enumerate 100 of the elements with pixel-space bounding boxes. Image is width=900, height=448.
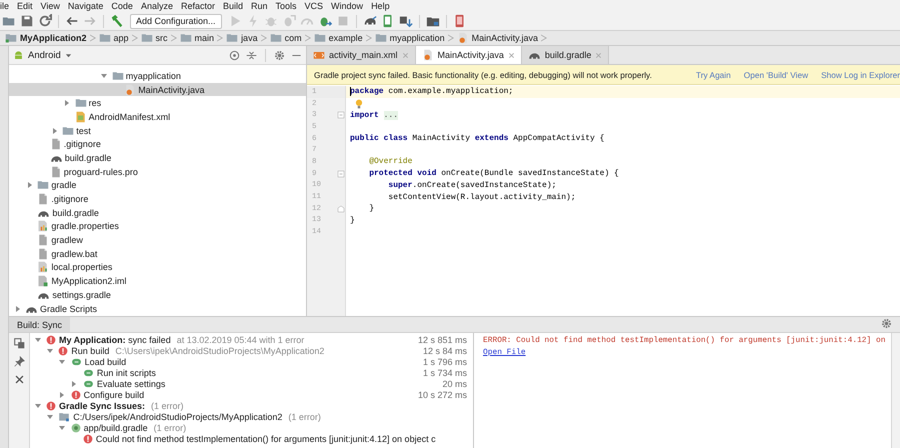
tree-item[interactable]: myapplication <box>9 69 306 83</box>
collapse-icon[interactable] <box>246 50 257 60</box>
tree-item[interactable]: gradle.properties <box>9 220 306 234</box>
close-icon[interactable] <box>14 374 24 385</box>
build-step[interactable]: C:/Users/ipek/AndroidStudioProjects/MyApplication2 <box>73 412 282 422</box>
expanded-arrow-icon[interactable] <box>58 358 66 366</box>
fold-icon[interactable] <box>337 111 345 120</box>
tree-item[interactable]: proguard-rules.pro <box>9 164 306 178</box>
build-step[interactable]: Configure build <box>84 390 144 400</box>
breadcrumb-item[interactable]: MainActivity.java <box>454 32 542 44</box>
panel-tab[interactable]: Build: Sync <box>9 317 70 332</box>
expanded-arrow-icon[interactable] <box>58 424 66 432</box>
duration: 10 s 272 ms <box>418 390 468 400</box>
menu-item[interactable]: ile <box>0 0 14 12</box>
tree-item[interactable]: gradle <box>9 178 306 192</box>
breadcrumb-item[interactable]: app <box>96 32 132 44</box>
notification-link[interactable]: Open 'Build' View <box>744 70 808 80</box>
save-icon[interactable] <box>20 14 34 28</box>
menu-item[interactable]: Build <box>218 0 247 12</box>
tree-item[interactable]: MainActivity.java <box>9 82 306 96</box>
notification-link[interactable]: Try Again <box>696 70 731 80</box>
breadcrumb-item[interactable]: java <box>223 32 261 44</box>
fold-icon[interactable] <box>337 170 345 178</box>
menu-item[interactable]: Tools <box>272 0 301 12</box>
duration: 1 s 796 ms <box>422 356 468 366</box>
notification-link[interactable]: Show Log in Explorer <box>821 70 900 80</box>
collapsed-arrow-icon[interactable] <box>70 380 78 388</box>
menu-item[interactable]: Navigate <box>64 0 108 12</box>
tree-item[interactable]: settings.gradle <box>9 288 306 302</box>
tree-item[interactable]: local.properties <box>9 260 306 274</box>
tree-item[interactable]: gradlew <box>9 233 306 247</box>
menu-item[interactable]: Refactor <box>176 0 219 12</box>
breadcrumb-item[interactable]: myapplication <box>372 32 448 44</box>
build-step[interactable]: Run init scripts <box>96 368 156 378</box>
copy-icon[interactable] <box>14 338 24 349</box>
collapsed-arrow-icon[interactable] <box>14 304 22 313</box>
tree-item[interactable]: .gitignore <box>9 137 306 152</box>
tree-item[interactable]: Gradle Scripts <box>9 302 306 316</box>
tree-item[interactable]: build.gradle <box>9 151 306 165</box>
menu-item[interactable]: Run <box>247 0 272 12</box>
menu-item[interactable]: Code <box>107 0 137 12</box>
code-line: @Override <box>368 157 412 166</box>
build-step[interactable]: Gradle Sync Issues: <box>59 400 146 410</box>
build-step[interactable]: app/build.gradle <box>84 422 148 432</box>
target-icon[interactable] <box>229 50 240 60</box>
back-arrow-icon[interactable] <box>65 14 79 28</box>
folder-icon <box>98 32 111 44</box>
code-line: } <box>368 204 374 214</box>
pin-icon[interactable] <box>14 356 24 367</box>
breadcrumb-item[interactable]: main <box>176 32 218 44</box>
expanded-arrow-icon[interactable] <box>100 72 108 80</box>
editor-tab[interactable]: build.gradle <box>522 46 610 64</box>
breadcrumb-item[interactable]: example <box>310 32 366 44</box>
expanded-arrow-icon[interactable] <box>46 346 54 354</box>
collapsed-arrow-icon[interactable] <box>63 99 72 108</box>
view-dropdown[interactable]: Android <box>13 50 72 60</box>
build-step[interactable]: Run build <box>71 346 110 356</box>
menu-item[interactable]: Edit <box>13 0 37 12</box>
build-step[interactable]: My Application: sync failed <box>59 334 171 344</box>
editor-tab[interactable]: MainActivity.java <box>416 46 522 64</box>
settings-icon[interactable] <box>274 50 285 60</box>
menu-item[interactable]: Help <box>367 0 394 12</box>
build-step[interactable]: Evaluate settings <box>96 378 166 388</box>
editor-tab[interactable]: activity_main.xml <box>307 46 416 64</box>
breadcrumb-item[interactable]: MyApplication2 <box>2 32 90 44</box>
refresh-icon[interactable] <box>38 14 52 28</box>
breadcrumb-item[interactable]: com <box>266 32 305 44</box>
collapsed-arrow-icon[interactable] <box>58 390 66 398</box>
expanded-arrow-icon[interactable] <box>46 412 54 420</box>
android-icon <box>13 50 24 60</box>
tree-item[interactable]: AndroidManifest.xml <box>9 110 306 124</box>
file-icon <box>37 193 50 206</box>
settings-icon[interactable] <box>881 318 892 329</box>
build-step[interactable]: Could not find method testImplementation() for arguments [junit:junit:4.12] on object c <box>96 434 436 444</box>
menu-item[interactable]: Window <box>327 0 368 12</box>
duration: 1 s 734 ms <box>422 368 468 378</box>
menu-item[interactable]: VCS <box>300 0 328 12</box>
menu-item[interactable]: Analyze <box>136 0 177 12</box>
collapsed-arrow-icon[interactable] <box>26 181 34 190</box>
tree-item[interactable]: test <box>9 124 306 138</box>
tree-item[interactable]: MyApplication2.iml <box>9 274 306 288</box>
caret-icon <box>64 52 72 58</box>
download-icon[interactable] <box>398 14 413 28</box>
code-line: super.onCreate(savedInstanceState); <box>387 180 556 190</box>
fold-end-icon[interactable] <box>337 204 345 213</box>
expanded-arrow-icon[interactable] <box>34 402 42 410</box>
lightbulb-icon[interactable] <box>354 98 364 109</box>
build-note: (1 error) <box>288 412 321 422</box>
expanded-arrow-icon[interactable] <box>34 336 42 344</box>
file-icon <box>50 166 62 178</box>
hammer-icon[interactable] <box>110 14 124 28</box>
tree-item[interactable]: res <box>9 96 306 110</box>
build-step[interactable]: Load build <box>84 356 126 366</box>
collapsed-arrow-icon[interactable] <box>50 126 59 135</box>
tree-item[interactable]: build.gradle <box>9 206 306 220</box>
breadcrumb-item[interactable]: src <box>138 32 171 44</box>
menu-item[interactable]: View <box>36 0 64 12</box>
tree-item[interactable]: .gitignore <box>9 192 306 206</box>
tree-item[interactable]: gradlew.bat <box>9 246 306 261</box>
configuration-button[interactable]: Add Configuration... <box>130 14 222 28</box>
